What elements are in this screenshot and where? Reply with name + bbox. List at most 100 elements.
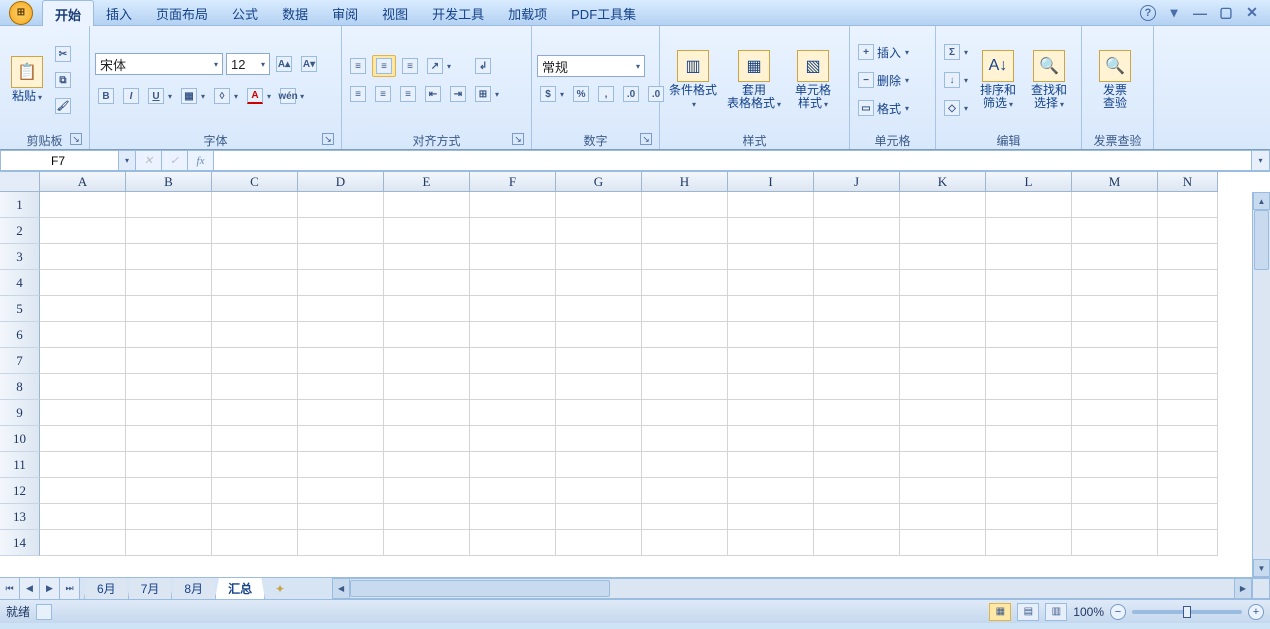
cell[interactable] [728,478,814,504]
row-header-12[interactable]: 12 [0,478,40,504]
formula-input[interactable] [214,150,1252,171]
column-header-E[interactable]: E [384,172,470,192]
sort-filter-button[interactable]: A↓ 排序和筛选 [974,29,1022,131]
vertical-scrollbar[interactable]: ▲ ▼ [1252,192,1270,577]
cell[interactable] [1072,270,1158,296]
tab-页面布局[interactable]: 页面布局 [144,0,220,26]
row-header-9[interactable]: 9 [0,400,40,426]
cell[interactable] [728,270,814,296]
cell[interactable] [384,400,470,426]
cell[interactable] [126,426,212,452]
cell[interactable] [298,348,384,374]
cell[interactable] [642,530,728,556]
formula-bar-expand[interactable]: ▾ [1252,150,1270,171]
cell[interactable] [642,192,728,218]
cell[interactable] [212,504,298,530]
cell[interactable] [212,270,298,296]
bold-button[interactable]: B [95,85,117,107]
sheet-nav-prev[interactable]: ◀ [20,578,40,599]
cell[interactable] [40,478,126,504]
cell[interactable] [1072,322,1158,348]
cell[interactable] [1072,478,1158,504]
cell[interactable] [728,322,814,348]
cell[interactable] [1158,374,1218,400]
cell[interactable] [900,478,986,504]
cell[interactable] [556,192,642,218]
cell[interactable] [40,192,126,218]
cell[interactable] [212,322,298,348]
format-as-table-button[interactable]: ▦ 套用表格格式 [724,29,784,131]
cell[interactable] [126,374,212,400]
sheet-nav-next[interactable]: ▶ [40,578,60,599]
cell[interactable] [642,322,728,348]
delete-cells-button[interactable]: −删除 [855,69,912,91]
cell[interactable] [1158,504,1218,530]
font-size-combo[interactable]: 12▾ [226,53,270,75]
cell[interactable] [40,452,126,478]
cell[interactable] [642,218,728,244]
tab-开始[interactable]: 开始 [42,0,94,26]
row-header-3[interactable]: 3 [0,244,40,270]
select-all-button[interactable] [0,172,40,192]
cell[interactable] [298,244,384,270]
fill-button[interactable]: ↓ [941,69,971,91]
cell[interactable] [900,296,986,322]
cell[interactable] [728,504,814,530]
cell[interactable] [298,504,384,530]
cell[interactable] [728,218,814,244]
number-launcher[interactable]: ↘ [640,133,652,145]
cell[interactable] [470,244,556,270]
italic-button[interactable]: I [120,85,142,107]
cell[interactable] [470,452,556,478]
sheet-tab-7月[interactable]: 7月 [128,577,173,599]
cell[interactable] [384,530,470,556]
cell[interactable] [384,426,470,452]
cell[interactable] [298,530,384,556]
cell[interactable] [900,400,986,426]
cell[interactable] [900,348,986,374]
cell[interactable] [212,530,298,556]
font-name-combo[interactable]: 宋体▾ [95,53,223,75]
align-middle-button[interactable]: ≡ [372,55,396,77]
zoom-slider-handle[interactable] [1183,606,1191,618]
insert-cells-button[interactable]: +插入 [855,41,912,63]
tab-视图[interactable]: 视图 [370,0,420,26]
cell[interactable] [1158,426,1218,452]
cell[interactable] [470,530,556,556]
cell[interactable] [556,322,642,348]
hscroll-thumb[interactable] [350,580,610,597]
cell[interactable] [1158,452,1218,478]
fill-color-button[interactable]: ◊ [211,85,241,107]
column-header-B[interactable]: B [126,172,212,192]
increase-decimal-button[interactable]: .0 [620,83,642,105]
cell[interactable] [986,192,1072,218]
row-header-2[interactable]: 2 [0,218,40,244]
cell[interactable] [470,504,556,530]
font-color-button[interactable]: A [244,85,274,107]
cell[interactable] [642,348,728,374]
format-cells-button[interactable]: ▭格式 [855,97,912,119]
cell[interactable] [814,478,900,504]
cell[interactable] [814,426,900,452]
formula-cancel-button[interactable]: ✕ [136,150,162,171]
row-header-8[interactable]: 8 [0,374,40,400]
cell[interactable] [728,374,814,400]
tab-开发工具[interactable]: 开发工具 [420,0,496,26]
cell[interactable] [728,244,814,270]
cell[interactable] [40,244,126,270]
cell[interactable] [384,296,470,322]
align-right-button[interactable]: ≡ [397,83,419,105]
cell[interactable] [1158,218,1218,244]
cell[interactable] [212,296,298,322]
cell[interactable] [556,530,642,556]
cell[interactable] [986,244,1072,270]
sheet-tab-6月[interactable]: 6月 [84,577,129,599]
row-header-6[interactable]: 6 [0,322,40,348]
comma-button[interactable]: , [595,83,617,105]
cell[interactable] [986,296,1072,322]
cell[interactable] [298,400,384,426]
align-center-button[interactable]: ≡ [372,83,394,105]
cell[interactable] [298,426,384,452]
cell[interactable] [900,270,986,296]
cell[interactable] [126,322,212,348]
